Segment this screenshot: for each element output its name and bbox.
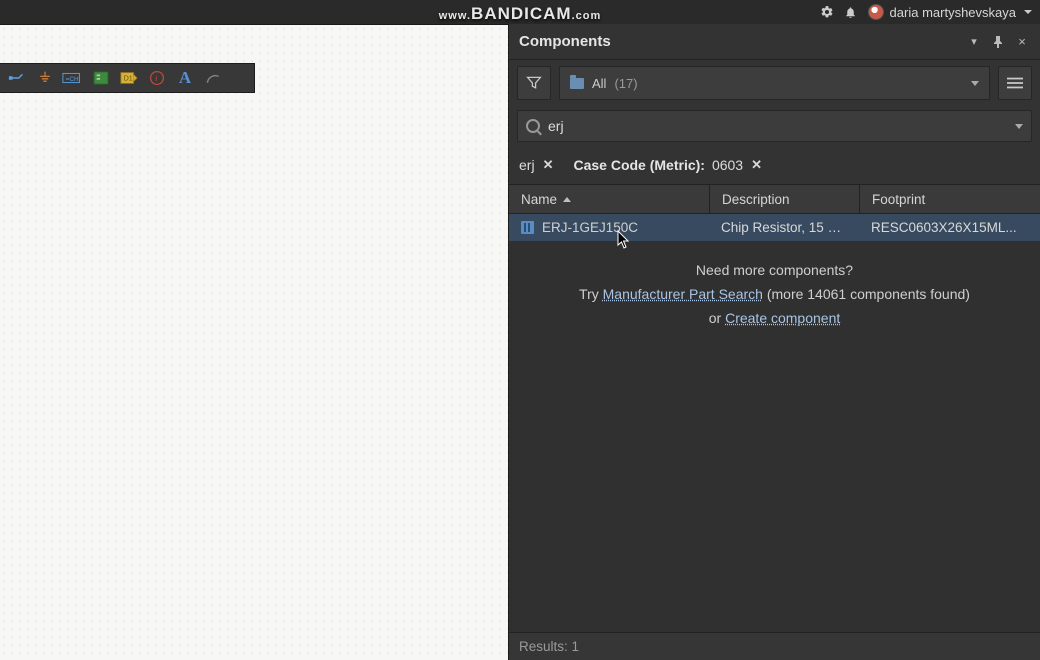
results-grid-header: Name Description Footprint [509, 184, 1040, 214]
column-header-footprint[interactable]: Footprint [859, 185, 1040, 213]
active-filters-row: erj ✕ Case Code (Metric): 0603 ✕ [509, 146, 1040, 184]
tool-ground[interactable] [32, 67, 58, 89]
avatar [868, 4, 884, 20]
column-header-description[interactable]: Description [709, 185, 859, 213]
tool-device-sheet[interactable]: D1 [116, 67, 142, 89]
categories-count: (17) [614, 76, 637, 91]
suggest-line1: Need more components? [509, 259, 1040, 283]
remove-casecode-chip[interactable]: ✕ [747, 157, 766, 173]
search-options-caret[interactable] [1015, 124, 1023, 129]
panel-title: Components [519, 33, 958, 50]
svg-text:=CH: =CH [66, 76, 79, 83]
categories-dropdown[interactable]: All (17) [559, 66, 990, 100]
search-icon [526, 119, 540, 133]
svg-text:D1: D1 [124, 74, 133, 83]
panel-options-button[interactable] [998, 66, 1032, 100]
status-text: Results: 1 [519, 639, 579, 654]
row-description: Chip Resistor, 15 Oh... [709, 220, 859, 235]
settings-icon[interactable] [820, 5, 834, 19]
search-box[interactable] [517, 110, 1032, 142]
panel-header: Components ▾ × [509, 24, 1040, 60]
tool-directive[interactable]: i [144, 67, 170, 89]
remove-term-chip[interactable]: ✕ [539, 157, 558, 173]
chevron-down-icon [971, 81, 979, 86]
component-icon [521, 221, 534, 234]
recorder-watermark: www.BANDICAM.com [439, 4, 602, 24]
schematic-toolbar: =CH D1 i A [0, 63, 255, 93]
panel-menu-icon[interactable]: ▾ [966, 34, 982, 50]
suggestion-block: Need more components? Try Manufacturer P… [509, 259, 1040, 330]
components-panel: Components ▾ × All (17) [508, 24, 1040, 660]
notifications-icon[interactable] [844, 5, 858, 19]
schematic-canvas[interactable]: =CH D1 i A [0, 24, 508, 660]
tool-arc[interactable] [200, 67, 226, 89]
filter-row: All (17) [509, 60, 1040, 106]
create-component-link[interactable]: Create component [725, 310, 840, 326]
tool-text[interactable]: A [172, 67, 198, 89]
categories-label: All [592, 76, 606, 91]
tool-net-label[interactable] [4, 67, 30, 89]
filter-chip-value: 0603 [712, 157, 743, 173]
filter-chip-label: Case Code (Metric): [573, 157, 704, 173]
search-input[interactable] [548, 118, 1007, 134]
results-grid-body: ERJ-1GEJ150C Chip Resistor, 15 Oh... RES… [509, 214, 1040, 632]
filter-funnel-button[interactable] [517, 66, 551, 100]
row-footprint: RESC0603X26X15ML... [859, 220, 1040, 235]
manufacturer-part-search-link[interactable]: Manufacturer Part Search [603, 286, 763, 302]
row-name: ERJ-1GEJ150C [542, 220, 638, 235]
user-name-label: daria martyshevskaya [890, 5, 1016, 20]
panel-pin-icon[interactable] [990, 34, 1006, 50]
app-topbar: www.BANDICAM.com daria martyshevskaya [0, 0, 1040, 24]
filter-chip-term: erj [519, 157, 535, 173]
chevron-down-icon [1024, 10, 1032, 14]
panel-close-icon[interactable]: × [1014, 34, 1030, 50]
column-header-name[interactable]: Name [509, 185, 709, 213]
user-menu[interactable]: daria martyshevskaya [868, 4, 1032, 20]
sort-asc-icon [563, 197, 571, 202]
table-row[interactable]: ERJ-1GEJ150C Chip Resistor, 15 Oh... RES… [509, 214, 1040, 241]
tool-sheet-symbol[interactable] [88, 67, 114, 89]
status-bar: Results: 1 [509, 632, 1040, 660]
search-row [509, 106, 1040, 146]
svg-text:i: i [155, 73, 158, 83]
tool-port[interactable]: =CH [60, 67, 86, 89]
folder-icon [570, 78, 584, 89]
